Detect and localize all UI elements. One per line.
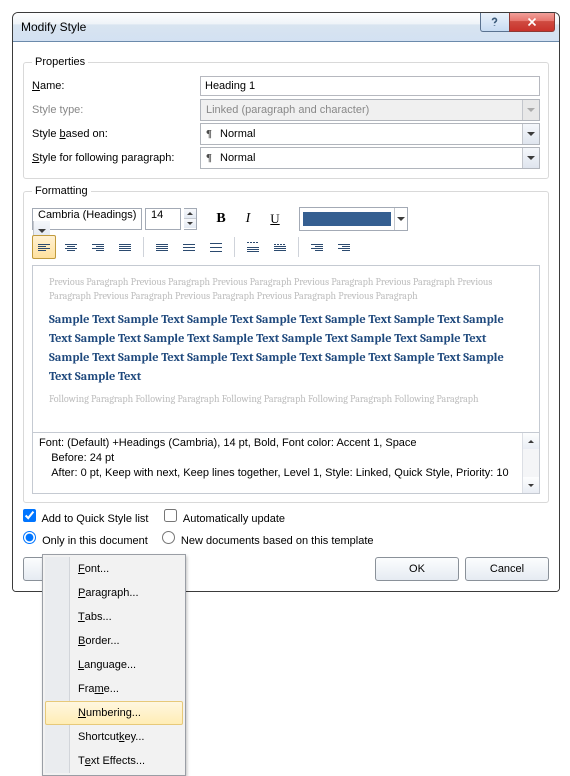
style-preview: Previous Paragraph Previous Paragraph Pr… — [32, 265, 540, 433]
italic-button[interactable]: I — [236, 207, 260, 231]
font-color-button[interactable] — [299, 207, 408, 231]
format-menu-item[interactable]: Text Effects... — [45, 749, 183, 773]
space-before-inc-button[interactable] — [241, 235, 265, 259]
format-menu-item[interactable]: Numbering... — [45, 701, 183, 725]
spacing-double-button[interactable] — [204, 235, 228, 259]
style-description: Font: (Default) +Headings (Cambria), 14 … — [32, 433, 540, 494]
size-spinner[interactable] — [184, 208, 197, 230]
following-label: Style for following paragraph: — [32, 152, 200, 164]
description-scrollbar[interactable] — [522, 433, 539, 493]
size-combo[interactable]: 14 — [145, 208, 181, 230]
name-input[interactable] — [200, 76, 540, 96]
name-label: Name: — [32, 80, 200, 92]
align-right-button[interactable] — [86, 235, 110, 259]
scope-template-radio[interactable]: New documents based on this template — [162, 531, 374, 547]
properties-legend: Properties — [32, 56, 88, 68]
format-menu-item[interactable]: Frame... — [45, 677, 183, 701]
formatting-group: Formatting Cambria (Headings) 14 B I U — [23, 185, 549, 503]
title-bar[interactable]: Modify Style — [13, 13, 559, 42]
properties-group: Properties Name: Style type: Linked (par… — [23, 56, 549, 179]
format-menu-item[interactable]: Language... — [45, 653, 183, 677]
based-on-label: Style based on: — [32, 128, 200, 140]
preview-sample-text: Sample Text Sample Text Sample Text Samp… — [49, 311, 523, 387]
formatting-legend: Formatting — [32, 185, 91, 197]
based-on-combo[interactable]: ¶Normal — [200, 123, 540, 145]
preview-ghost-before: Previous Paragraph Previous Paragraph Pr… — [49, 276, 523, 303]
spacing-single-button[interactable] — [150, 235, 174, 259]
close-button[interactable] — [509, 13, 555, 32]
modify-style-dialog: Modify Style Properties Name: Style type… — [12, 12, 560, 592]
format-menu-item[interactable]: Border... — [45, 629, 183, 653]
indent-decrease-button[interactable] — [305, 235, 329, 259]
scope-document-radio[interactable]: Only in this document — [23, 531, 148, 547]
ok-button[interactable]: OK — [375, 557, 459, 581]
cancel-button[interactable]: Cancel — [465, 557, 549, 581]
underline-button[interactable]: U — [263, 207, 287, 231]
auto-update-checkbox[interactable]: Automatically update — [164, 509, 285, 525]
window-title: Modify Style — [21, 20, 86, 34]
format-menu: Font...Paragraph...Tabs...Border...Langu… — [42, 554, 186, 776]
spacing-15-button[interactable] — [177, 235, 201, 259]
bold-button[interactable]: B — [209, 207, 233, 231]
align-center-button[interactable] — [59, 235, 83, 259]
space-before-dec-button[interactable] — [268, 235, 292, 259]
preview-ghost-after: Following Paragraph Following Paragraph … — [49, 393, 523, 407]
following-combo[interactable]: ¶Normal — [200, 147, 540, 169]
align-left-button[interactable] — [32, 235, 56, 259]
quick-style-checkbox[interactable]: Add to Quick Style list — [23, 509, 148, 525]
style-type-label: Style type: — [32, 104, 200, 116]
style-type-combo: Linked (paragraph and character) — [200, 99, 540, 121]
format-menu-item[interactable]: Font... — [45, 557, 183, 581]
help-button[interactable] — [480, 13, 510, 32]
format-menu-item[interactable]: Shortcut key... — [45, 725, 183, 749]
font-combo[interactable]: Cambria (Headings) — [32, 208, 142, 230]
format-menu-item[interactable]: Paragraph... — [45, 581, 183, 605]
indent-increase-button[interactable] — [332, 235, 356, 259]
format-menu-item[interactable]: Tabs... — [45, 605, 183, 629]
align-justify-button[interactable] — [113, 235, 137, 259]
